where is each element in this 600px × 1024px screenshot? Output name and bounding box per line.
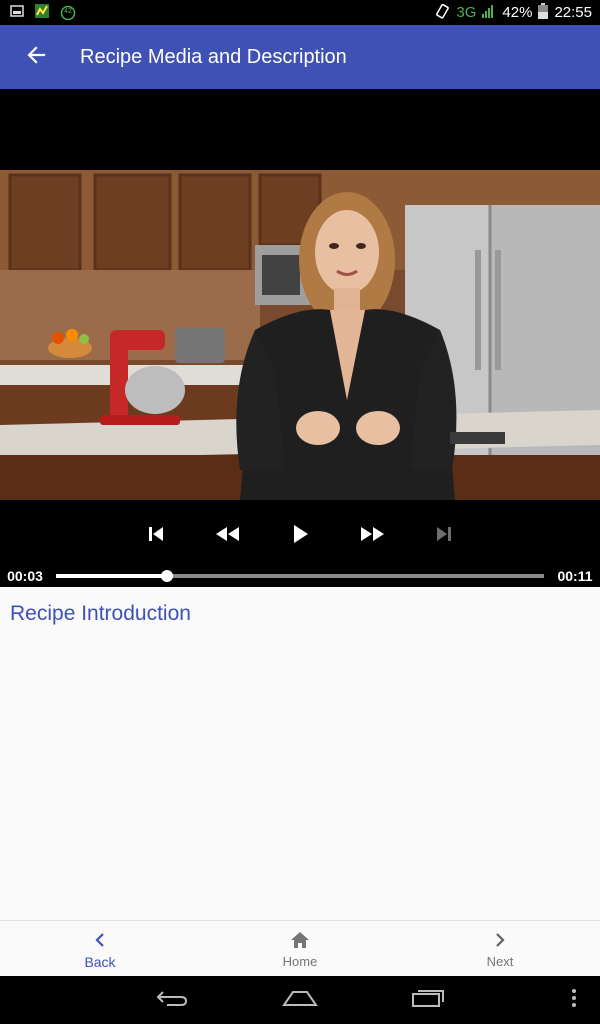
play-button[interactable] — [264, 518, 336, 554]
video-still — [0, 170, 600, 500]
seek-played — [56, 574, 167, 578]
skip-previous-icon — [146, 524, 166, 549]
arrow-back-icon — [26, 45, 46, 70]
system-navigation-bar — [0, 976, 600, 1024]
system-recents-button[interactable] — [398, 984, 458, 1016]
step-title: Recipe Introduction — [10, 602, 191, 625]
nav-back-button[interactable]: Back — [0, 921, 200, 977]
chevron-left-icon — [93, 929, 107, 951]
nav-back-label: Back — [84, 953, 116, 970]
nav-next-button[interactable]: Next — [400, 921, 600, 977]
badge-count: 42 — [64, 7, 72, 15]
rewind-button[interactable] — [192, 518, 264, 554]
badge-notification-icon: 42 — [60, 5, 76, 21]
page-title: Recipe Media and Description — [80, 45, 347, 68]
system-back-icon — [155, 988, 189, 1013]
overflow-menu-icon — [571, 988, 577, 1013]
home-icon — [290, 929, 310, 951]
nav-next-label: Next — [486, 954, 514, 969]
back-button[interactable] — [16, 37, 56, 77]
fast-forward-icon — [358, 524, 386, 549]
player-controls: 00:03 00:11 — [0, 500, 600, 587]
network-type: 3G — [456, 4, 477, 21]
skip-next-icon — [434, 524, 454, 549]
next-button-disabled[interactable] — [408, 518, 480, 554]
duration: 00:11 — [557, 568, 593, 584]
step-description: Recipe Introduction — [0, 587, 600, 920]
previous-button[interactable] — [120, 518, 192, 554]
fast-forward-button[interactable] — [336, 518, 408, 554]
screenshot-notification-icon — [10, 4, 24, 21]
system-home-button[interactable] — [270, 984, 330, 1016]
overflow-menu-button[interactable] — [544, 984, 600, 1016]
system-home-icon — [281, 988, 319, 1013]
nav-home-label: Home — [282, 954, 318, 969]
app-notification-icon — [34, 3, 50, 23]
seek-bar[interactable] — [56, 566, 544, 586]
status-right: 3G 42% 22:55 — [434, 2, 600, 23]
status-left: 42 — [0, 3, 76, 23]
signal-icon — [482, 4, 496, 22]
chevron-right-icon — [493, 929, 507, 951]
system-back-button[interactable] — [142, 984, 202, 1016]
battery-icon — [538, 2, 549, 23]
time-row: 00:03 00:11 — [0, 566, 600, 586]
rotation-icon — [434, 3, 450, 23]
system-recents-icon — [410, 988, 446, 1013]
seek-thumb[interactable] — [160, 570, 173, 582]
battery-percent: 42% — [502, 4, 533, 21]
bottom-navigation: Back Home Next — [0, 920, 600, 977]
current-time: 00:03 — [7, 568, 43, 584]
video-frame[interactable] — [0, 170, 600, 500]
screen: 42 3G 42% 22:55 Recipe Media and Descrip… — [0, 0, 600, 1024]
play-icon — [290, 523, 310, 550]
app-bar: Recipe Media and Description — [0, 25, 600, 89]
clock: 22:55 — [554, 4, 592, 21]
video-player[interactable]: 00:03 00:11 — [0, 89, 600, 587]
nav-home-button[interactable]: Home — [200, 921, 400, 977]
rewind-icon — [214, 524, 242, 549]
status-bar: 42 3G 42% 22:55 — [0, 0, 600, 25]
transport-controls — [0, 518, 600, 554]
